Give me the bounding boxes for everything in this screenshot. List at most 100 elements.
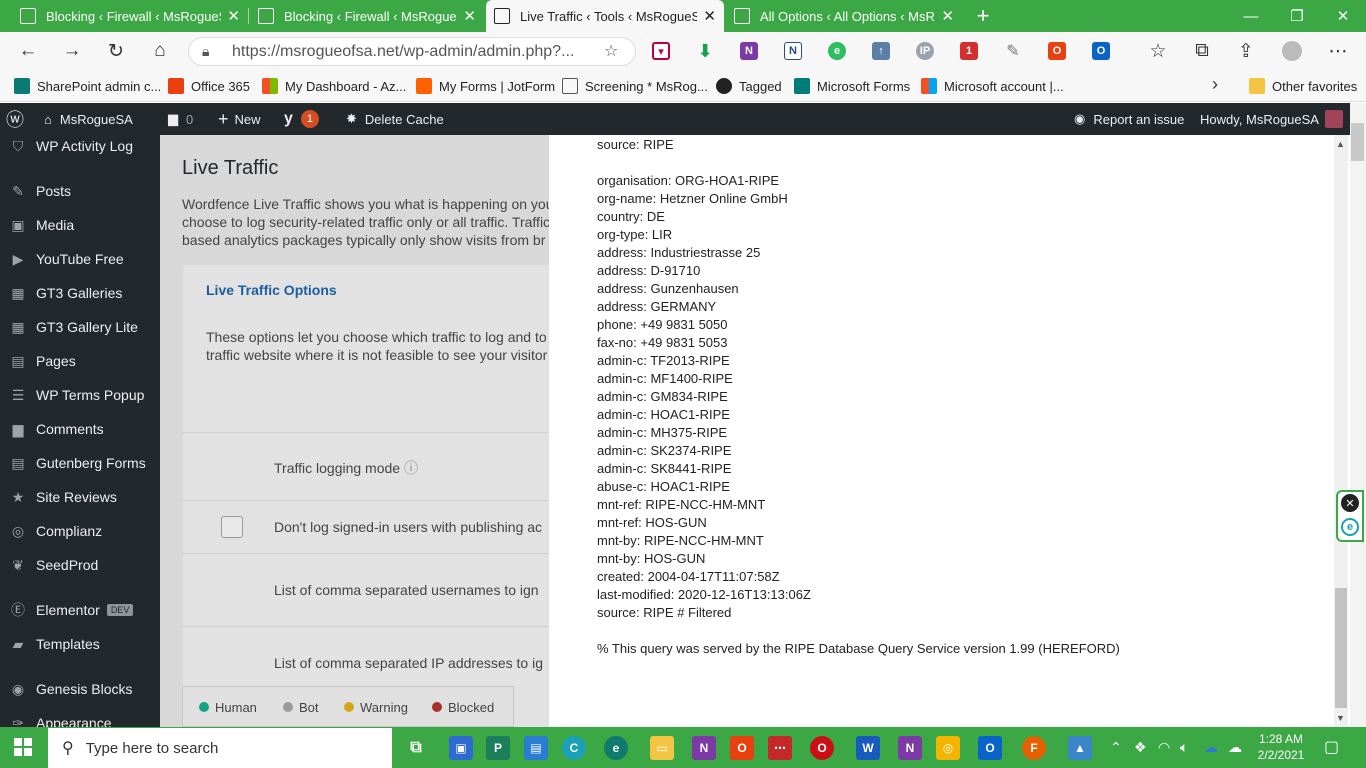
close-window-icon[interactable]: ✕ — [1320, 0, 1366, 32]
favorite-ms-account[interactable]: Microsoft account |... — [921, 76, 1064, 96]
minimize-icon[interactable]: — — [1228, 0, 1274, 32]
lock-icon[interactable]: 🔒︎ — [202, 43, 209, 60]
ip-extension-icon[interactable]: IP — [916, 42, 934, 60]
sidebar-item-youtube-free[interactable]: ▶ YouTube Free — [0, 245, 160, 273]
file-explorer-icon[interactable]: ▭ — [650, 736, 674, 760]
live-traffic-options-link[interactable]: Live Traffic Options — [206, 282, 337, 298]
onenote-icon[interactable]: N — [692, 736, 716, 760]
store-icon[interactable]: ▣ — [449, 736, 473, 760]
favorite-screening[interactable]: Screening * MsRog... — [562, 76, 708, 96]
restore-icon[interactable]: ❐ — [1274, 0, 1320, 32]
forward-icon[interactable]: → — [56, 36, 88, 66]
todo-extension-icon[interactable]: 1 — [960, 42, 978, 60]
dont-log-checkbox[interactable] — [221, 516, 243, 538]
office-extension-icon[interactable]: O — [1048, 42, 1066, 60]
onedrive-icon[interactable]: ☁ — [1204, 739, 1218, 756]
url-text[interactable]: https://msrogueofsa.net/wp-admin/admin.p… — [232, 43, 574, 61]
new-content-link[interactable]: + New — [218, 103, 261, 135]
home-icon[interactable]: ⌂ — [144, 36, 176, 66]
report-issue-link[interactable]: ◉ Report an issue — [1074, 103, 1184, 135]
favorite-sharepoint[interactable]: SharePoint admin c... — [14, 76, 161, 96]
delete-cache-link[interactable]: ✸ Delete Cache — [346, 103, 444, 135]
tray-chevron-icon[interactable]: ⌃ — [1110, 739, 1122, 756]
pocket-extension-icon[interactable]: ▾ — [652, 42, 670, 60]
page-scroll-thumb[interactable] — [1351, 123, 1364, 161]
volume-icon[interactable]: 🔈︎ — [1180, 739, 1188, 756]
clock[interactable]: 1:28 AM 2/2/2021 — [1256, 731, 1306, 763]
scroll-up-icon[interactable]: ▲ — [1336, 139, 1345, 149]
close-widget-icon[interactable]: ✕ — [1341, 494, 1359, 512]
chevron-right-icon[interactable]: › — [1212, 74, 1218, 95]
tab-live-traffic[interactable]: Live Traffic ‹ Tools ‹ MsRogueSA ✕ — [486, 0, 724, 32]
comments-link[interactable]: ▆ 0 — [168, 103, 193, 135]
taskbar-search[interactable]: ⚲ Type here to search — [48, 728, 392, 768]
onedrive-personal-icon[interactable]: ☁ — [1228, 739, 1242, 756]
media-app-icon[interactable]: ◎ — [936, 736, 960, 760]
favorite-jotform[interactable]: My Forms | JotForm — [416, 76, 555, 96]
tab-all-options[interactable]: All Options ‹ All Options ‹ MsRogueSA ✕ — [726, 0, 962, 32]
more-menu-icon[interactable]: ⋯ — [1322, 36, 1354, 66]
windows-start-icon[interactable] — [14, 738, 32, 756]
sidebar-item-gt3-galleries[interactable]: ▦ GT3 Galleries — [0, 279, 160, 307]
sidebar-item-media[interactable]: ▣ Media — [0, 211, 160, 239]
favorite-other[interactable]: Other favorites — [1249, 76, 1357, 96]
photos-icon[interactable]: ▲ — [1068, 736, 1092, 760]
favorite-dashboard[interactable]: My Dashboard - Az... — [262, 76, 406, 96]
sidebar-item-gutenberg-forms[interactable]: ▤ Gutenberg Forms — [0, 449, 160, 477]
sidebar-item-wp-activity-log[interactable]: ⛉ WP Activity Log — [0, 135, 160, 160]
favorites-icon[interactable]: ☆ — [1142, 36, 1174, 66]
sidebar-item-genesis-blocks[interactable]: ◉ Genesis Blocks — [0, 675, 160, 703]
page-scrollbar[interactable] — [1350, 103, 1366, 727]
sidebar-item-elementor[interactable]: Ⓔ Elementor DEV — [0, 596, 160, 624]
add-favorite-icon[interactable]: ☆ — [604, 41, 618, 61]
tab-blocking-1[interactable]: Blocking ‹ Firewall ‹ MsRogueSA ✕ — [12, 0, 248, 32]
account-menu[interactable]: Howdy, MsRogueSA — [1200, 103, 1343, 135]
onenote-extension-icon[interactable]: N — [740, 42, 758, 60]
sidebar-item-appearance[interactable]: ✑ Appearance — [0, 709, 160, 728]
new-tab-icon[interactable]: + — [972, 3, 994, 29]
sidebar-item-seedprod[interactable]: ❦ SeedProd — [0, 551, 160, 579]
favorite-office365[interactable]: Office 365 — [168, 76, 250, 96]
onenote-2-icon[interactable]: N — [898, 736, 922, 760]
back-icon[interactable]: ← — [12, 36, 44, 66]
edge-icon[interactable]: e — [604, 736, 628, 760]
sidebar-item-wp-terms-popup[interactable]: ☰ WP Terms Popup — [0, 381, 160, 409]
tab-blocking-2[interactable]: Blocking ‹ Firewall ‹ MsRogueSA ✕ — [250, 0, 484, 32]
wifi-icon[interactable]: ◠ — [1158, 739, 1170, 756]
sidebar-item-gt3-gallery-lite[interactable]: ▦ GT3 Gallery Lite — [0, 313, 160, 341]
collections-icon[interactable]: ⧉ — [1186, 36, 1218, 66]
sidebar-item-site-reviews[interactable]: ★ Site Reviews — [0, 483, 160, 511]
task-view-icon[interactable]: ⧉ — [404, 736, 428, 760]
close-tab-icon[interactable]: ✕ — [463, 7, 476, 25]
e-widget-icon[interactable]: e — [1341, 518, 1359, 536]
opera-icon[interactable]: O — [810, 736, 834, 760]
outlook-icon[interactable]: O — [978, 736, 1002, 760]
help-icon[interactable]: ⓘ — [404, 460, 418, 476]
close-tab-icon[interactable]: ✕ — [941, 7, 954, 25]
profile-avatar[interactable] — [1282, 41, 1302, 61]
wordpress-logo-icon[interactable]: ⓦ — [6, 103, 24, 135]
download-extension-icon[interactable]: ⬇ — [696, 41, 714, 61]
close-tab-icon[interactable]: ✕ — [227, 7, 240, 25]
outlook-extension-icon[interactable]: O — [1092, 42, 1110, 60]
yoast-link[interactable]: y1 — [284, 103, 319, 135]
sidebar-item-pages[interactable]: ▤ Pages — [0, 347, 160, 375]
share-icon[interactable]: ⇪ — [1230, 36, 1262, 66]
publisher-icon[interactable]: P — [486, 736, 510, 760]
word-icon[interactable]: W — [856, 736, 880, 760]
refresh-icon[interactable]: ↻ — [100, 36, 132, 66]
site-name-link[interactable]: ⌂ MsRogueSA — [44, 103, 133, 135]
favorite-ms-forms[interactable]: Microsoft Forms — [794, 76, 910, 96]
scroll-down-icon[interactable]: ▼ — [1336, 713, 1345, 723]
news-icon[interactable]: ▤ — [524, 736, 548, 760]
pen-extension-icon[interactable]: ✎ — [1004, 42, 1022, 60]
upload-extension-icon[interactable]: ↑ — [872, 42, 890, 60]
evernote-extension-icon[interactable]: e — [828, 42, 846, 60]
sidebar-item-comments[interactable]: ▆ Comments — [0, 415, 160, 443]
sidebar-item-complianz[interactable]: ◎ Complianz — [0, 517, 160, 545]
ccleaner-icon[interactable]: C — [562, 736, 586, 760]
sidebar-item-templates[interactable]: ▰ Templates — [0, 630, 160, 658]
firefox-icon[interactable]: F — [1022, 736, 1046, 760]
favorite-tagged[interactable]: Tagged — [716, 76, 782, 96]
office-icon[interactable]: O — [730, 736, 754, 760]
